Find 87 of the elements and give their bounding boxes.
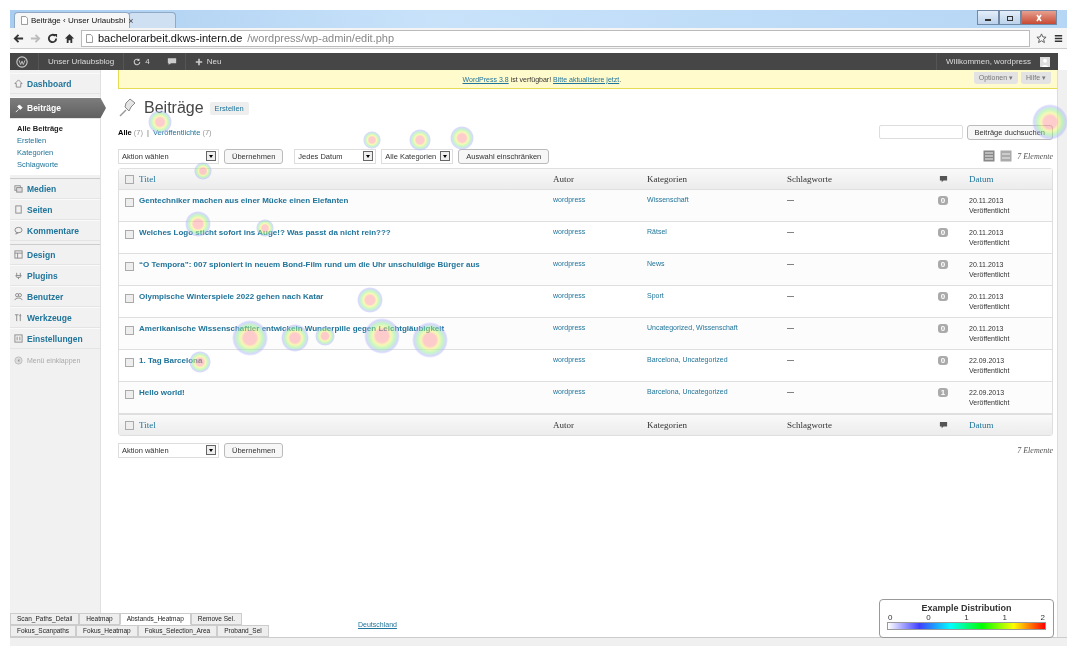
layout-icon (14, 250, 23, 259)
refresh-icon (133, 57, 142, 66)
post-title-link[interactable]: 1. Tag Barcelona (139, 356, 553, 365)
search-field[interactable] (878, 125, 963, 139)
heatmap-spot (450, 126, 474, 150)
legend-tick-label: 1 (1002, 613, 1007, 622)
heatmap-spot (363, 131, 381, 149)
menu-item[interactable]: Plugins (10, 265, 100, 286)
page-title: Beiträge (144, 99, 204, 117)
legend-title: Example Distribution (921, 603, 1012, 613)
row-checkbox[interactable] (124, 326, 134, 335)
post-title-link[interactable]: Hello world! (139, 388, 553, 397)
people-icon (14, 292, 23, 301)
media-icon (14, 184, 23, 193)
column-header: Kategorien (647, 420, 688, 430)
legend-tick-label: 0 (926, 613, 931, 622)
page-icon (86, 33, 93, 43)
column-header: Schlagworte (787, 420, 833, 430)
pin-icon (14, 103, 23, 113)
list-view-icon[interactable] (983, 150, 996, 162)
close-icon (1034, 13, 1044, 22)
reload-icon[interactable] (47, 32, 58, 44)
menu-item[interactable]: Dashboard (10, 73, 100, 94)
row-checkbox[interactable] (124, 390, 134, 399)
post-title-link[interactable]: Olympische Winterspiele 2022 gehen nach Katar (139, 292, 553, 301)
column-header[interactable]: Datum (963, 420, 1052, 430)
tools-icon (14, 313, 23, 322)
menu-item[interactable]: Beiträge (10, 97, 106, 119)
menu-item[interactable]: Medien (10, 178, 100, 199)
address-field[interactable]: bachelorarbeit.dkws-intern.de /wordpress/wp-admin/edit.php (81, 29, 1030, 47)
menu-item[interactable]: Design (10, 244, 100, 265)
left-arrow-icon (14, 356, 23, 365)
wordpress-logo-icon[interactable] (16, 55, 28, 68)
menu-item[interactable]: Seiten (10, 199, 100, 220)
column-header[interactable]: Titel (139, 174, 553, 184)
plug-icon (14, 271, 23, 280)
row-checkbox[interactable] (124, 294, 134, 303)
post-title-link[interactable]: Amerikanische Wissenschaftler entwickeln Wunderpille gegen Leichtgläubigkeit (139, 324, 553, 333)
speech-bubble-icon (14, 226, 23, 235)
home-icon[interactable] (64, 32, 75, 44)
post-title-link[interactable]: Gentechniker machen aus einer Mücke einen Elefanten (139, 196, 553, 205)
post-title-link[interactable]: “O Tempora”: 007 spioniert in neuem Bond-Film rund um die Uhr unschuldige Bürger aus (139, 260, 553, 269)
page-icon (21, 16, 28, 25)
vertical-scrollbar[interactable] (1057, 70, 1067, 637)
heatmap-spot (357, 287, 383, 313)
menu-icon[interactable] (1053, 32, 1064, 44)
house-icon (14, 79, 23, 88)
column-header[interactable]: Datum (963, 174, 1052, 184)
menu-item[interactable]: Einstellungen (10, 328, 100, 349)
post-title-link[interactable]: Welches Logo sticht sofort ins Auge!? Was passt da nicht rein??? (139, 228, 553, 237)
restore-icon (1005, 13, 1015, 22)
comment-icon (938, 420, 948, 430)
excerpt-view-icon[interactable] (1000, 150, 1013, 162)
row-checkbox[interactable] (124, 230, 134, 239)
legend-tick-label: 2 (1040, 613, 1045, 622)
heatmap-spot (194, 162, 212, 180)
horizontal-scrollbar[interactable] (10, 637, 1067, 646)
select-all-checkbox[interactable] (124, 174, 134, 184)
column-header: Kategorien (647, 174, 688, 184)
select-all-checkbox[interactable] (124, 420, 134, 430)
row-checkbox[interactable] (124, 262, 134, 271)
menu-item[interactable]: Benutzer (10, 286, 100, 307)
item-count: 7 Elemente (1017, 151, 1053, 161)
column-header: Autor (553, 420, 575, 430)
legend-tick-label: 1 (964, 613, 969, 622)
pages-icon (14, 205, 23, 214)
column-header: Schlagworte (787, 174, 833, 184)
minimize-button[interactable] (977, 10, 999, 25)
column-header[interactable]: Titel (139, 420, 553, 430)
back-icon[interactable] (13, 32, 24, 44)
row-checkbox[interactable] (124, 358, 134, 367)
legend-tick-label: 0 (888, 613, 893, 622)
sliders-icon (14, 334, 23, 343)
comment-icon (938, 174, 948, 184)
plus-icon (194, 57, 203, 66)
row-checkbox[interactable] (124, 198, 134, 207)
column-header: Autor (553, 174, 575, 184)
close-button[interactable] (1021, 10, 1057, 25)
avatar-icon[interactable] (1040, 56, 1050, 67)
star-icon[interactable] (1036, 32, 1047, 44)
menu-item[interactable]: Kommentare (10, 220, 100, 241)
heatmap-spot (409, 129, 431, 151)
menu-item[interactable]: Werkzeuge (10, 307, 100, 328)
pushpin-icon (118, 98, 138, 118)
forward-icon[interactable] (30, 32, 41, 44)
item-count: 7 Elemente (1017, 445, 1053, 455)
restore-button[interactable] (999, 10, 1021, 25)
